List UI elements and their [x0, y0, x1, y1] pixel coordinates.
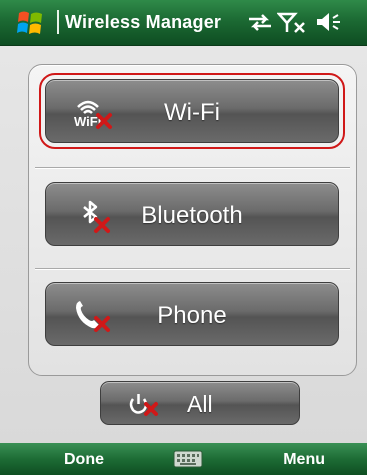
softkey-bar: Done Menu [0, 443, 367, 475]
separator [35, 268, 350, 269]
wireless-manager-panel: WiFi Wi-Fi Bluetooth Phone All [0, 46, 367, 443]
phone-label: Phone [157, 302, 227, 329]
wifi-button[interactable]: WiFi Wi-Fi [39, 73, 345, 149]
power-off-icon [129, 394, 158, 416]
keyboard-icon[interactable] [173, 450, 203, 468]
done-softkey[interactable]: Done [64, 451, 104, 469]
volume-icon[interactable] [314, 10, 344, 34]
start-flag-icon[interactable] [15, 9, 47, 37]
separator [35, 167, 350, 168]
window-title: Wireless Manager [65, 12, 222, 32]
all-button[interactable]: All [100, 381, 300, 425]
title-divider [57, 10, 59, 34]
bluetooth-label: Bluetooth [141, 202, 243, 229]
menu-softkey[interactable]: Menu [283, 451, 325, 469]
radio-buttons-group: WiFi Wi-Fi Bluetooth Phone [28, 64, 357, 376]
bluetooth-button[interactable]: Bluetooth [45, 182, 339, 246]
no-signal-icon[interactable] [277, 10, 307, 34]
data-sync-icon[interactable] [246, 10, 274, 34]
phone-button[interactable]: Phone [45, 282, 339, 346]
wifi-label: Wi-Fi [164, 99, 220, 126]
title-bar: Wireless Manager [0, 0, 367, 46]
all-label: All [187, 391, 213, 417]
